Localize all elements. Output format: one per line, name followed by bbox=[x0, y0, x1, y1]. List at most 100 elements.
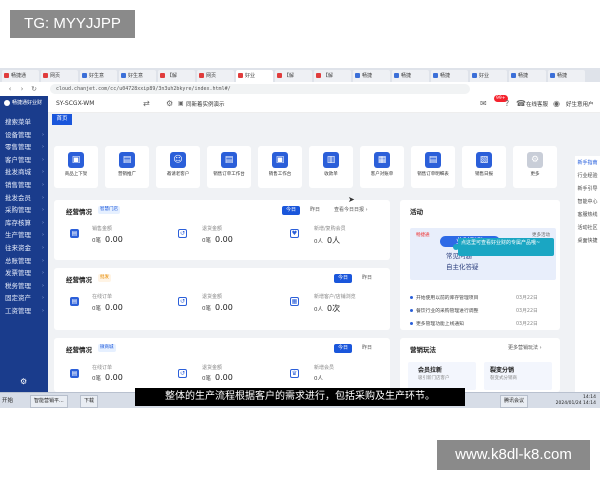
forward-icon[interactable]: › bbox=[18, 85, 26, 93]
news-date: 03月22日 bbox=[516, 309, 538, 314]
sidebar-item[interactable]: 税务管理 › bbox=[0, 280, 48, 293]
news-item[interactable]: 更多管理功能上线通知 03月22日 bbox=[410, 320, 560, 327]
browser-tab[interactable]: 畅捷通 bbox=[2, 70, 39, 82]
today-button[interactable]: 今日 bbox=[282, 206, 301, 215]
quick-entry-icon: ▦ bbox=[374, 152, 390, 168]
quick-entry[interactable]: ▧ 销售日报 bbox=[462, 146, 506, 188]
yesterday-button[interactable]: 昨日 bbox=[358, 344, 376, 353]
right-panel-item[interactable]: 智能中心 bbox=[575, 199, 600, 206]
sidebar-item[interactable]: 零售管理 › bbox=[0, 141, 48, 154]
top-header: SY-SCGX-WM ⇄ ⚙ ▣ 同新着实例演示 ✉ 99+ ? ☎ 在线客服 … bbox=[48, 95, 600, 113]
yesterday-button[interactable]: 昨日 bbox=[358, 274, 376, 283]
sidebar-item[interactable]: 工资管理 › bbox=[0, 305, 48, 318]
browser-tab[interactable]: 好生意 bbox=[119, 70, 156, 82]
quick-entry[interactable]: ▣ 商品上下架 bbox=[54, 146, 98, 188]
sidebar-item-label: 零售管理 bbox=[5, 143, 31, 152]
right-panel-item[interactable]: 新手引导 bbox=[575, 186, 600, 193]
browser-tab[interactable]: 畅捷 bbox=[392, 70, 429, 82]
today-button[interactable]: 今日 bbox=[334, 274, 353, 283]
browser-tab[interactable]: 【解 bbox=[158, 70, 195, 82]
sidebar: 畅捷通好业财 搜索菜单 设备管理 › 零售管理 › 客户管理 › 批发商城 › 销售管理 › 批发会员… bbox=[0, 96, 48, 392]
tab-label: 畅捷 bbox=[557, 73, 568, 79]
sidebar-item[interactable]: 往来资金 › bbox=[0, 242, 48, 255]
company-selector[interactable]: SY-SCGX-WM bbox=[56, 100, 94, 107]
sidebar-item[interactable]: 设备管理 › bbox=[0, 129, 48, 142]
sidebar-item[interactable]: 批发商城 › bbox=[0, 166, 48, 179]
avatar[interactable]: ◉ bbox=[553, 99, 560, 108]
tab-favicon-icon bbox=[394, 73, 399, 78]
taskbar-item[interactable]: 下载 bbox=[80, 395, 99, 408]
quick-entry-label: 营销推广 bbox=[118, 172, 136, 177]
sidebar-item[interactable]: 销售管理 › bbox=[0, 179, 48, 192]
tab-label: 畅捷 bbox=[440, 73, 451, 79]
right-panel-item[interactable]: 活动社区 bbox=[575, 225, 600, 232]
marketing-item-desc: 裂变式分销商 bbox=[490, 376, 517, 381]
marketing-item-desc: 吸引新门店客户 bbox=[418, 376, 450, 381]
chevron-right-icon: › bbox=[42, 282, 44, 289]
browser-tab[interactable]: 好业 bbox=[470, 70, 507, 82]
quick-entry[interactable]: ▤ 销售订单工作台 bbox=[207, 146, 251, 188]
yesterday-button[interactable]: 昨日 bbox=[306, 206, 324, 215]
browser-tab[interactable]: 【解 bbox=[275, 70, 312, 82]
right-panel-item[interactable]: 桌面快捷 bbox=[575, 238, 600, 245]
return-icon: ↺ bbox=[178, 369, 187, 378]
sidebar-item[interactable]: 固定资产 › bbox=[0, 292, 48, 305]
demo-link[interactable]: 同新着实例演示 bbox=[186, 100, 225, 108]
user-name[interactable]: 好生意用户 bbox=[566, 100, 594, 108]
quick-entry[interactable]: ▥ 收款单 bbox=[309, 146, 353, 188]
sidebar-item[interactable]: 库存核算 › bbox=[0, 217, 48, 230]
view-daily-report-link[interactable]: 查看今日日报 › bbox=[330, 206, 372, 215]
business-card-wholesale: 经营情况 批发 今日 昨日 ▤ 在线订单 0笔 0.00 ↺ 退货金额 0笔 0.0… bbox=[54, 268, 390, 330]
browser-tab[interactable]: 好业 bbox=[236, 70, 273, 82]
start-button[interactable]: 开始 bbox=[2, 396, 13, 404]
browser-tab[interactable]: 好生意 bbox=[80, 70, 117, 82]
quick-entry[interactable]: ☺ 邀请老客户 bbox=[156, 146, 200, 188]
card-title: 经营情况 bbox=[66, 208, 92, 216]
right-panel-item[interactable]: 客服热线 bbox=[575, 212, 600, 219]
quick-entry[interactable]: ▣ 销售工作台 bbox=[258, 146, 302, 188]
mouse-cursor-icon: ➤ bbox=[348, 195, 355, 204]
switch-icon[interactable]: ⇄ bbox=[143, 99, 150, 108]
guide-tooltip: 点这里可查看好业财的专属产品哦~ bbox=[458, 238, 554, 256]
online-service-link[interactable]: 在线客服 bbox=[526, 100, 548, 108]
quick-entry[interactable]: ▦ 客户对账单 bbox=[360, 146, 404, 188]
url-field[interactable]: cloud.chanjet.com/cc/u04728xxip89/3n3uh2… bbox=[50, 84, 470, 94]
sidebar-item[interactable]: 总账管理 › bbox=[0, 255, 48, 268]
taskbar-item[interactable]: 腾讯会议 bbox=[500, 395, 529, 408]
quick-entry[interactable]: ▤ 营销推广 bbox=[105, 146, 149, 188]
browser-tab[interactable]: 畅捷 bbox=[509, 70, 546, 82]
news-item[interactable]: 餐饮行业的采购管理进行调整 03月22日 bbox=[410, 307, 560, 314]
taskbar-item[interactable]: 智能营销平... bbox=[30, 395, 68, 408]
right-panel-item[interactable]: 新手指南 bbox=[575, 160, 600, 167]
sidebar-item[interactable]: 发票管理 › bbox=[0, 267, 48, 280]
quick-entry[interactable]: ▤ 销售订单明细表 bbox=[411, 146, 455, 188]
quick-entry[interactable]: ⚙ 更多 bbox=[513, 146, 557, 188]
browser-tab[interactable]: 畅捷 bbox=[353, 70, 390, 82]
sidebar-item[interactable]: 客户管理 › bbox=[0, 154, 48, 167]
browser-tab[interactable]: 畅捷 bbox=[431, 70, 468, 82]
settings-icon[interactable]: ⚙ bbox=[166, 99, 173, 108]
refresh-icon[interactable]: ↻ bbox=[30, 85, 38, 93]
message-icon[interactable]: ✉ bbox=[480, 99, 487, 108]
sidebar-item[interactable]: 采购管理 › bbox=[0, 204, 48, 217]
sidebar-item[interactable]: 生产管理 › bbox=[0, 229, 48, 242]
sidebar-item[interactable]: 搜索菜单 bbox=[0, 116, 48, 129]
banner-brand: 畅捷通 bbox=[416, 233, 430, 238]
browser-tab[interactable]: 网页 bbox=[41, 70, 78, 82]
marketing-item-distribution[interactable]: 裂变分销 裂变式分销商 bbox=[484, 362, 552, 390]
tab-home[interactable]: 首页 bbox=[52, 114, 72, 125]
browser-tab[interactable]: 网页 bbox=[197, 70, 234, 82]
more-marketing-link[interactable]: 更多营销玩法 › bbox=[504, 344, 546, 353]
right-panel-item[interactable]: 行业经验 bbox=[575, 173, 600, 180]
marketing-item-member[interactable]: 会员拉新 吸引新门店客户 bbox=[408, 362, 476, 390]
chevron-right-icon: › bbox=[42, 307, 44, 314]
marketing-panel: 营销玩法 更多营销玩法 › 会员拉新 吸引新门店客户 裂变分销 裂变式分销商 bbox=[400, 338, 560, 392]
today-button[interactable]: 今日 bbox=[334, 344, 353, 353]
back-icon[interactable]: ‹ bbox=[6, 85, 14, 93]
browser-tab[interactable]: 【解 bbox=[314, 70, 351, 82]
news-item[interactable]: 开始使用以前的库存管理项目 03月22日 bbox=[410, 294, 560, 301]
help-icon[interactable]: ? bbox=[505, 99, 509, 108]
sidebar-item[interactable]: 批发会员 › bbox=[0, 192, 48, 205]
settings-gear-icon[interactable]: ⚙ bbox=[20, 377, 27, 386]
browser-tab[interactable]: 畅捷 bbox=[548, 70, 585, 82]
